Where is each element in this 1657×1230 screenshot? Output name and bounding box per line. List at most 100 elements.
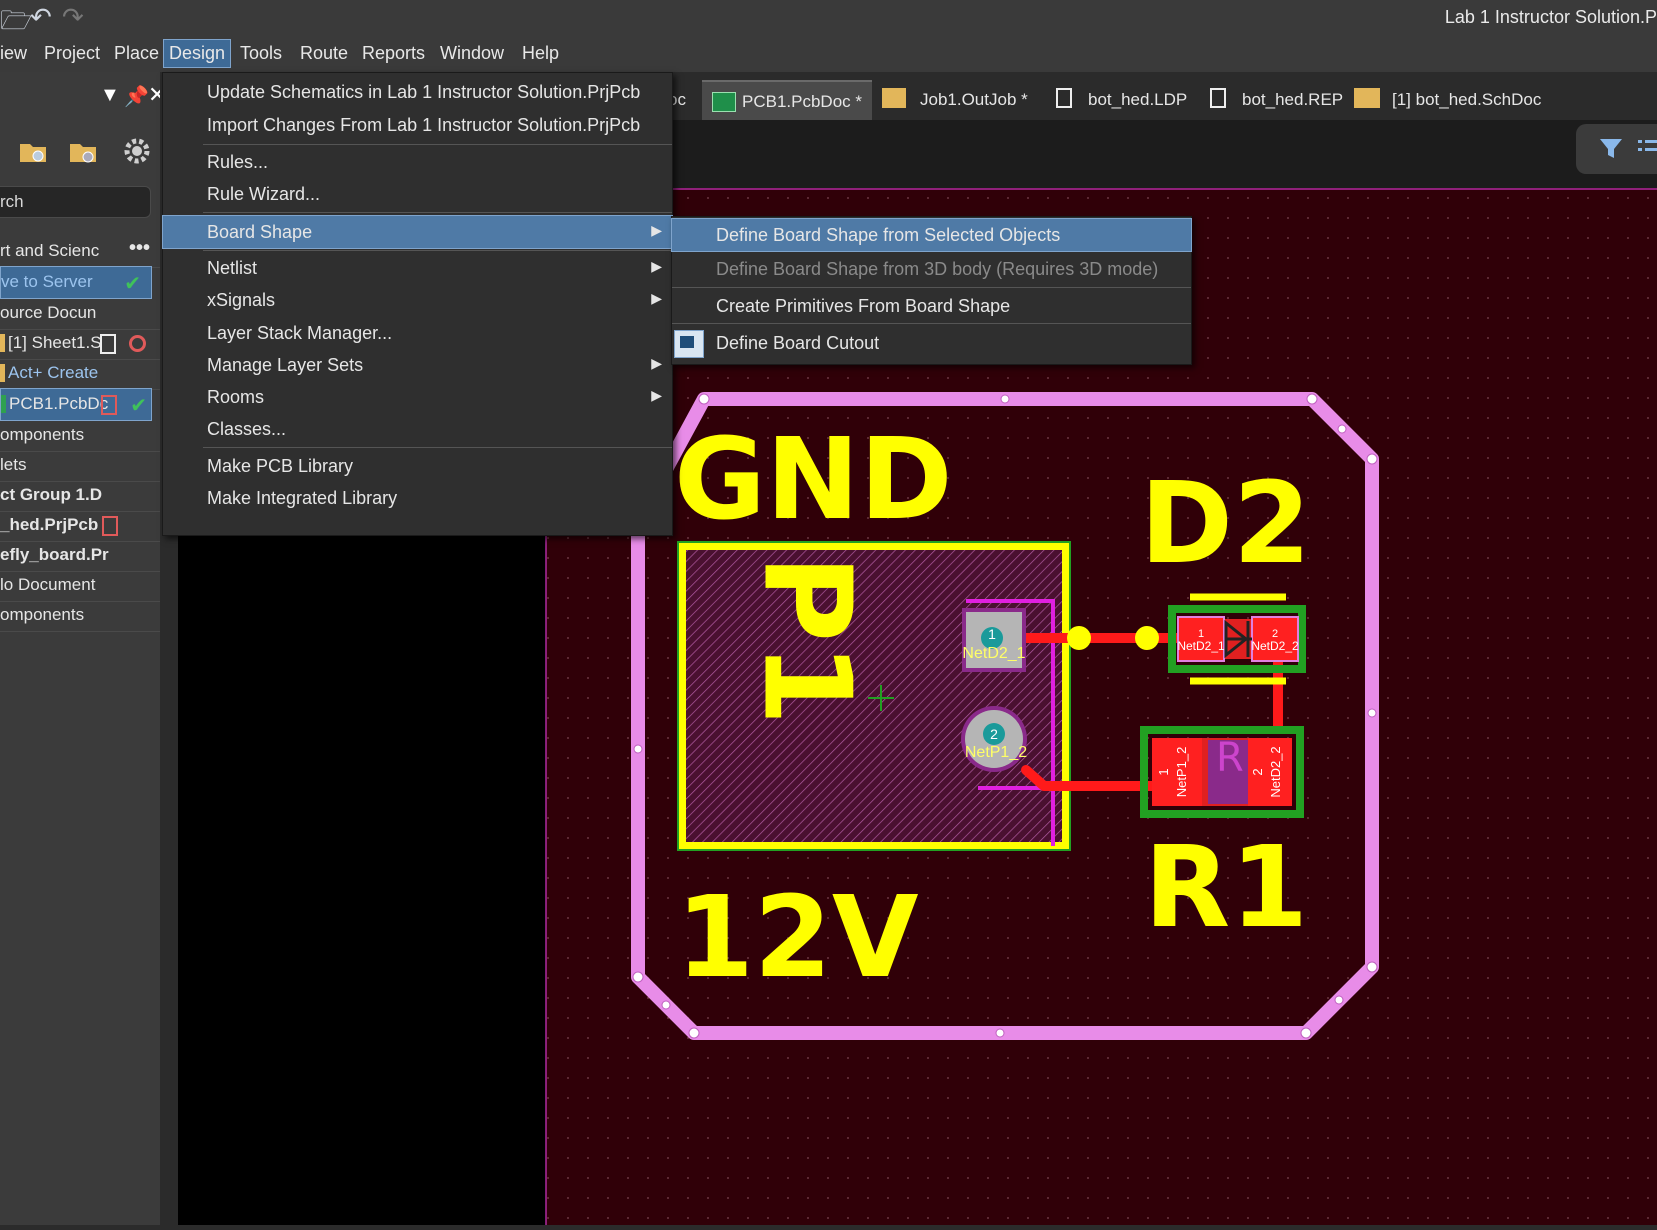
tree-item[interactable]: rt and Scienc ••• (0, 236, 160, 268)
menu-window[interactable]: Window (436, 43, 508, 64)
panel-menu-icon[interactable]: ▼ (100, 84, 120, 107)
menu-item-classes[interactable]: Classes... (163, 413, 672, 445)
filter-icon (1600, 139, 1622, 158)
submenu-arrow-icon: ▶ (651, 222, 662, 238)
menu-separator (672, 323, 1191, 324)
folder-settings-icon[interactable] (68, 136, 98, 166)
document-icon (100, 334, 116, 354)
r1-pad-2-net: NetD2_2 (1268, 746, 1283, 797)
tree-item-save-to-server[interactable]: ve to Server ✔ (0, 266, 152, 299)
check-icon: ✔ (124, 273, 141, 295)
menu-place[interactable]: Place (110, 43, 163, 64)
menu-item-netlist[interactable]: Netlist ▶ (163, 252, 672, 284)
check-icon: ✔ (130, 395, 147, 417)
d2-pad-2-net: NetD2_2 (1251, 639, 1299, 653)
menu-item-layer-stack-manager[interactable]: Layer Stack Manager... (163, 317, 672, 349)
menu-help[interactable]: Help (518, 43, 563, 64)
pcb-doc-icon (1, 395, 6, 413)
p1-designator[interactable]: P1 (737, 554, 876, 725)
tab-bot-hed-ldp[interactable]: bot_hed.LDP (1048, 80, 1188, 120)
document-icon (101, 395, 117, 415)
gnd-label[interactable]: GND (674, 415, 953, 545)
document-icon (1210, 88, 1226, 108)
via[interactable] (1067, 626, 1091, 650)
board-shape-submenu: Define Board Shape from Selected Objects… (671, 216, 1192, 365)
menu-separator (203, 447, 672, 448)
menu-item-manage-layer-sets[interactable]: Manage Layer Sets ▶ (163, 349, 672, 381)
tree-item[interactable]: lo Document (0, 570, 160, 602)
r1-silk-r: R (1216, 735, 1244, 781)
open-folder-icon[interactable] (18, 136, 48, 166)
menu-project[interactable]: Project (40, 43, 104, 64)
tab-bot-hed-rep[interactable]: bot_hed.REP (1202, 80, 1343, 120)
via[interactable] (1135, 626, 1159, 650)
submenu-arrow-icon: ▶ (651, 355, 662, 371)
menu-route[interactable]: Route (296, 43, 352, 64)
tree-item[interactable]: ource Docun (0, 298, 160, 330)
menu-item-define-board-cutout[interactable]: Define Board Cutout (672, 327, 1191, 359)
tree-item-activebom[interactable]: Act+ Create (0, 358, 160, 390)
schematic-doc-icon (1354, 88, 1380, 108)
menu-item-make-pcb-library[interactable]: Make PCB Library (163, 450, 672, 482)
menu-item-xsignals[interactable]: xSignals ▶ (163, 284, 672, 316)
tree-item-bot-hed-project[interactable]: _hed.PrjPcb (0, 510, 160, 542)
document-icon (102, 516, 118, 536)
menu-item-define-from-selected[interactable]: Define Board Shape from Selected Objects (671, 218, 1192, 252)
more-icon[interactable]: ••• (129, 237, 150, 260)
p1-pad-2-number: 2 (990, 726, 998, 742)
schematic-doc-icon (0, 334, 5, 352)
menu-item-rules[interactable]: Rules... (163, 146, 672, 178)
menu-item-create-primitives[interactable]: Create Primitives From Board Shape (672, 290, 1191, 322)
menu-item-update-schematics[interactable]: Update Schematics in Lab 1 Instructor So… (163, 76, 672, 108)
redo-icon[interactable]: ↷ (62, 2, 84, 33)
window-title: Lab 1 Instructor Solution.P (1444, 7, 1657, 27)
title-bar: 🗁 ↶ ↷ Lab 1 Instructor Solution.P (0, 0, 1657, 36)
gear-icon[interactable] (122, 136, 152, 166)
menu-bar: iew Project Place Design Tools Route Rep… (0, 36, 1657, 72)
menu-tools[interactable]: Tools (236, 43, 286, 64)
tree-item[interactable]: lets (0, 450, 160, 482)
menu-item-make-integrated-library[interactable]: Make Integrated Library (163, 482, 672, 514)
panel-search-input[interactable]: rch (0, 186, 151, 218)
menu-item-rule-wizard[interactable]: Rule Wizard... (163, 178, 672, 210)
list-icon (1638, 140, 1657, 151)
p1-pad-2-net: NetP1_2 (965, 744, 1027, 761)
design-menu: Update Schematics in Lab 1 Instructor So… (162, 72, 673, 536)
submenu-arrow-icon: ▶ (651, 290, 662, 306)
panel-toolbar (0, 128, 160, 182)
tab-pcb1[interactable]: PCB1.PcbDoc * (702, 80, 872, 122)
modified-status-icon (129, 335, 146, 352)
12v-label[interactable]: 12V (676, 873, 919, 1003)
menu-item-board-shape[interactable]: Board Shape ▶ (162, 215, 673, 249)
bom-doc-icon (0, 364, 5, 382)
menu-item-import-changes[interactable]: Import Changes From Lab 1 Instructor Sol… (163, 109, 672, 141)
tree-item[interactable]: omponents (0, 420, 160, 452)
submenu-arrow-icon: ▶ (651, 387, 662, 403)
menu-reports[interactable]: Reports (358, 43, 429, 64)
pin-icon[interactable]: 📌 (124, 84, 149, 109)
menu-view[interactable]: iew (0, 43, 31, 64)
tree-item-sheet1[interactable]: [1] Sheet1.S (0, 328, 160, 360)
menu-separator (203, 212, 672, 213)
filter-button[interactable] (1576, 124, 1657, 174)
menu-separator (672, 287, 1191, 288)
menu-design[interactable]: Design (162, 39, 232, 68)
tree-item-project-group[interactable]: ct Group 1.D (0, 480, 160, 512)
d2-designator[interactable]: D2 (1140, 459, 1311, 589)
undo-icon[interactable]: ↶ (30, 2, 52, 33)
r1-pad-2-number: 2 (1250, 768, 1265, 775)
p1-pad-1-net: NetD2_1 (962, 645, 1025, 662)
r1-designator[interactable]: R1 (1144, 823, 1308, 953)
d2-pad-1-net: NetD2_1 (1177, 639, 1225, 653)
tree-item-firefly-project[interactable]: efly_board.Pr (0, 540, 160, 572)
r1-pad-1-number: 1 (1156, 768, 1171, 775)
tree-item-pcb1[interactable]: PCB1.PcbDc ✔ (0, 388, 152, 421)
menu-item-define-from-3d-body: Define Board Shape from 3D body (Require… (716, 259, 1159, 279)
menu-item-rooms[interactable]: Rooms ▶ (163, 381, 672, 413)
tab-bot-hed-schdoc[interactable]: [1] bot_hed.SchDoc (1350, 80, 1560, 120)
tab-job1[interactable]: Job1.OutJob * (878, 80, 1028, 120)
outjob-doc-icon (882, 88, 906, 108)
tree-item[interactable]: omponents (0, 600, 160, 632)
r1-pad-1-net: NetP1_2 (1174, 747, 1189, 798)
p1-pad-1-number: 1 (988, 626, 996, 642)
